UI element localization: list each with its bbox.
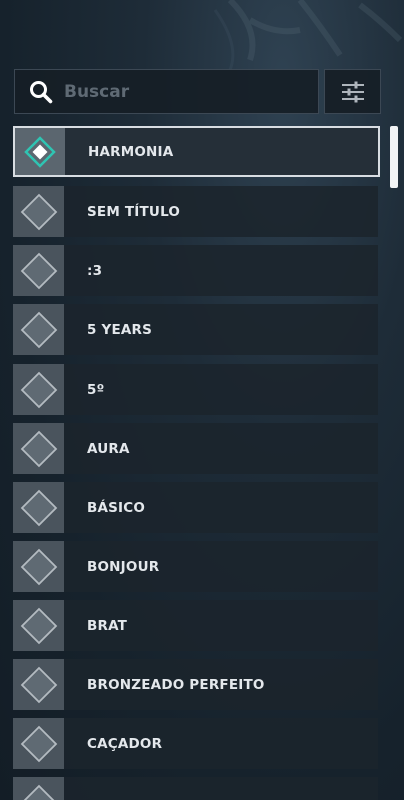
diamond-selected-icon xyxy=(24,135,56,168)
list-item-label: BRONZEADO PERFEITO xyxy=(64,659,378,710)
list-item-label: 5 YEARS xyxy=(64,304,378,355)
list-item-aura[interactable]: AURA xyxy=(13,423,378,474)
list-item-label: 5º xyxy=(64,364,378,415)
scrollbar-track[interactable] xyxy=(390,126,398,800)
diamond-icon xyxy=(20,725,58,763)
diamond-icon xyxy=(20,607,58,645)
search-box[interactable] xyxy=(14,69,319,114)
list-item-5-years[interactable]: 5 YEARS xyxy=(13,304,378,355)
list-item-label: BÁSICO xyxy=(64,482,378,533)
diamond-icon xyxy=(20,489,58,527)
list-item-5o[interactable]: 5º xyxy=(13,364,378,415)
filter-button[interactable] xyxy=(324,69,381,114)
list-item-colon-3[interactable]: :3 xyxy=(13,245,378,296)
list-item-label: HARMONIA xyxy=(65,128,378,175)
search-input[interactable] xyxy=(64,81,310,102)
scrollbar-thumb[interactable] xyxy=(390,126,398,188)
diamond-icon xyxy=(20,666,58,704)
list-item-label: BRAT xyxy=(64,600,378,651)
diamond-icon xyxy=(20,311,58,349)
diamond-icon xyxy=(20,252,58,290)
search-icon xyxy=(28,79,54,105)
diamond-icon xyxy=(20,371,58,409)
diamond-icon xyxy=(20,193,58,231)
list-item-label: BONJOUR xyxy=(64,541,378,592)
list-item-bonjour[interactable]: BONJOUR xyxy=(13,541,378,592)
list-item-cacador[interactable]: CAÇADOR xyxy=(13,718,378,769)
list-item-label xyxy=(64,777,378,800)
sliders-icon xyxy=(341,81,365,103)
list-item-sem-titulo[interactable]: SEM TÍTULO xyxy=(13,186,378,237)
list-item-partial[interactable] xyxy=(13,777,378,800)
list-item-basico[interactable]: BÁSICO xyxy=(13,482,378,533)
list-item-bronzeado-perfeito[interactable]: BRONZEADO PERFEITO xyxy=(13,659,378,710)
diamond-icon xyxy=(20,548,58,586)
list: HARMONIA SEM TÍTULO :3 5 YEARS 5º AURA B… xyxy=(13,126,380,800)
list-item-brat[interactable]: BRAT xyxy=(13,600,378,651)
list-item-label: :3 xyxy=(64,245,378,296)
list-item-harmonia[interactable]: HARMONIA xyxy=(13,126,380,177)
list-item-label: SEM TÍTULO xyxy=(64,186,378,237)
diamond-icon xyxy=(20,430,58,468)
list-item-label: CAÇADOR xyxy=(64,718,378,769)
diamond-icon xyxy=(20,784,58,800)
list-item-label: AURA xyxy=(64,423,378,474)
